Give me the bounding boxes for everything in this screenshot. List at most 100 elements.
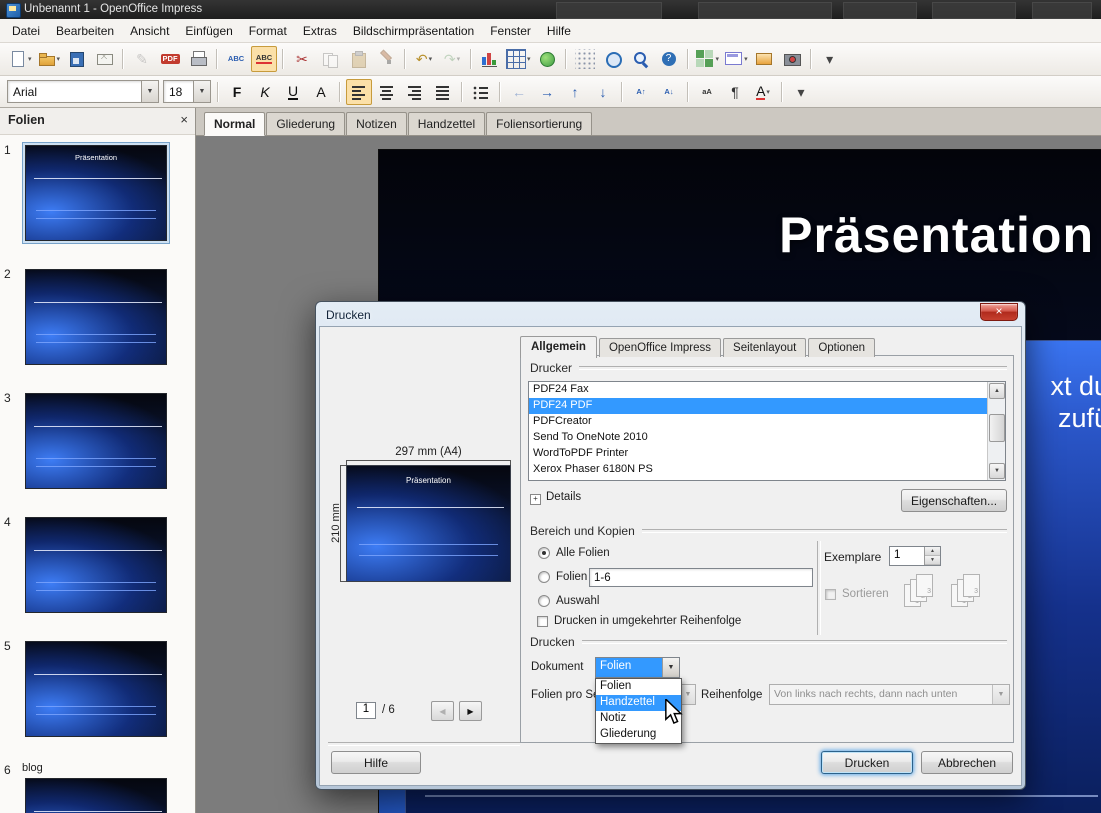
scrollbar-thumb[interactable] <box>989 414 1005 442</box>
view-tab-normal[interactable]: Normal <box>204 112 265 136</box>
slide-item-2[interactable]: 2 <box>4 266 195 373</box>
export-pdf-icon[interactable]: PDF <box>157 46 183 72</box>
chevron-down-icon[interactable]: ▼ <box>141 81 158 102</box>
zoom-icon[interactable] <box>628 46 654 72</box>
dropdown-arrow-icon[interactable]: ▾ <box>527 55 531 63</box>
cut-icon[interactable]: ✂ <box>289 46 315 72</box>
slide-thumbnail[interactable] <box>22 390 170 492</box>
slide-item-5[interactable]: 5 <box>4 638 195 745</box>
preview-prev-icon[interactable]: ◀ <box>431 701 454 721</box>
dialog-tab-optionen[interactable]: Optionen <box>808 338 875 357</box>
open-document-icon[interactable]: ▾ <box>35 46 62 72</box>
printer-item[interactable]: Xerox Phaser 6180N PS <box>529 462 988 478</box>
print-dialog-titlebar[interactable]: Drucken × <box>318 304 1023 326</box>
slide-item-1[interactable]: 1Präsentation <box>4 142 195 249</box>
slide-item-6[interactable]: 6blog <box>4 762 195 813</box>
toolbar-options-icon[interactable]: ▾ <box>788 79 814 105</box>
pages-range-input[interactable] <box>589 568 813 587</box>
move-down-icon[interactable]: ↓ <box>590 79 616 105</box>
menu-hilfe[interactable]: Hilfe <box>539 19 579 43</box>
slide-thumbnail[interactable] <box>22 514 170 616</box>
dialog-tab-allgemein[interactable]: Allgemein <box>520 336 597 358</box>
font-shadow-icon[interactable]: A <box>308 79 334 105</box>
spin-down-icon[interactable]: ▼ <box>925 556 940 565</box>
slide-thumbnail[interactable] <box>22 775 170 813</box>
slide-item-4[interactable]: 4 <box>4 514 195 621</box>
radio-all-slides-label[interactable]: Alle Folien <box>556 547 610 559</box>
printer-list-scrollbar[interactable]: ▲ ▼ <box>987 382 1005 480</box>
navigator-icon[interactable] <box>600 46 626 72</box>
document-as-email-icon[interactable] <box>91 46 117 72</box>
save-document-icon[interactable] <box>63 46 89 72</box>
font-size-combo[interactable]: 18 ▼ <box>163 80 211 103</box>
spin-up-icon[interactable]: ▲ <box>925 547 940 556</box>
insert-slide-icon[interactable] <box>751 46 777 72</box>
printer-item[interactable]: WordToPDF Printer <box>529 446 988 462</box>
printer-item[interactable]: PDFCreator <box>529 414 988 430</box>
close-icon[interactable]: × <box>980 303 1018 321</box>
printer-list[interactable]: PDF24 FaxPDF24 PDFPDFCreatorSend To OneN… <box>528 381 1006 481</box>
underline-icon[interactable]: U <box>280 79 306 105</box>
cancel-button[interactable]: Abbrechen <box>921 751 1013 774</box>
properties-button[interactable]: Eigenschaften... <box>901 489 1007 512</box>
slide-item-3[interactable]: 3 <box>4 390 195 497</box>
menu-datei[interactable]: Datei <box>4 19 48 43</box>
menu-bearbeiten[interactable]: Bearbeiten <box>48 19 122 43</box>
undo-icon[interactable]: ↶▾ <box>411 46 437 72</box>
view-tab-notizen[interactable]: Notizen <box>346 112 407 135</box>
paragraph-dialog-icon[interactable]: ¶ <box>722 79 748 105</box>
dropdown-arrow-icon[interactable]: ▾ <box>28 55 32 63</box>
insert-chart-icon[interactable] <box>477 46 503 72</box>
dropdown-option[interactable]: Folien <box>596 679 681 695</box>
master-page-icon[interactable]: ▾ <box>722 46 749 72</box>
printer-item[interactable]: PDF24 PDF <box>529 398 988 414</box>
slide-thumbnail[interactable] <box>22 266 170 368</box>
dropdown-arrow-icon[interactable]: ▾ <box>716 55 720 63</box>
toolbar-options-icon[interactable]: ▾ <box>817 46 843 72</box>
dropdown-arrow-icon[interactable]: ▾ <box>457 55 461 63</box>
scroll-up-icon[interactable]: ▲ <box>989 383 1005 399</box>
collate-checkbox[interactable] <box>825 589 836 600</box>
new-document-icon[interactable]: ▾ <box>6 46 33 72</box>
menu-bildschirmpräsentation[interactable]: Bildschirmpräsentation <box>345 19 482 43</box>
dropdown-arrow-icon[interactable]: ▾ <box>429 55 433 63</box>
snapshot-icon[interactable] <box>779 46 805 72</box>
menu-extras[interactable]: Extras <box>295 19 345 43</box>
spellcheck-icon[interactable]: ABC <box>223 46 249 72</box>
chevron-down-icon[interactable]: ▼ <box>662 658 679 677</box>
radio-pages-label[interactable]: Folien <box>556 571 587 583</box>
italic-icon[interactable]: K <box>252 79 278 105</box>
align-center-icon[interactable] <box>374 79 400 105</box>
details-label[interactable]: Details <box>546 491 581 503</box>
display-grid-icon[interactable] <box>572 46 598 72</box>
slide-thumbnail[interactable]: Präsentation <box>22 142 170 244</box>
radio-all-slides[interactable] <box>538 547 550 559</box>
menu-ansicht[interactable]: Ansicht <box>122 19 177 43</box>
menu-einfügen[interactable]: Einfügen <box>177 19 240 43</box>
dropdown-arrow-icon[interactable]: ▾ <box>57 55 61 63</box>
radio-selection[interactable] <box>538 595 550 607</box>
decrease-font-icon[interactable]: A↓ <box>656 79 682 105</box>
reverse-order-checkbox[interactable] <box>537 616 548 627</box>
display-mode-icon[interactable]: ▾ <box>694 46 721 72</box>
menu-format[interactable]: Format <box>241 19 295 43</box>
view-tab-handzettel[interactable]: Handzettel <box>408 112 485 135</box>
help-icon[interactable]: ? <box>656 46 682 72</box>
gallery-icon[interactable] <box>534 46 560 72</box>
dropdown-arrow-icon[interactable]: ▾ <box>766 88 770 96</box>
demote-icon[interactable]: → <box>534 79 560 105</box>
bullets-numbering-icon[interactable] <box>468 79 494 105</box>
insert-table-icon[interactable]: ▾ <box>505 46 532 72</box>
preview-next-icon[interactable]: ▶ <box>459 701 482 721</box>
font-color-icon[interactable]: A▾ <box>750 79 776 105</box>
reverse-order-label[interactable]: Drucken in umgekehrter Reihenfolge <box>554 615 741 627</box>
increase-font-icon[interactable]: A↑ <box>628 79 654 105</box>
radio-pages[interactable] <box>538 571 550 583</box>
print-button[interactable]: Drucken <box>821 751 913 774</box>
radio-selection-label[interactable]: Auswahl <box>556 595 599 607</box>
slide-title[interactable]: Präsentation <box>779 206 1094 264</box>
move-up-icon[interactable]: ↑ <box>562 79 588 105</box>
close-icon[interactable]: × <box>180 112 188 128</box>
menu-fenster[interactable]: Fenster <box>482 19 539 43</box>
preview-page-number[interactable]: 1 <box>356 702 376 719</box>
